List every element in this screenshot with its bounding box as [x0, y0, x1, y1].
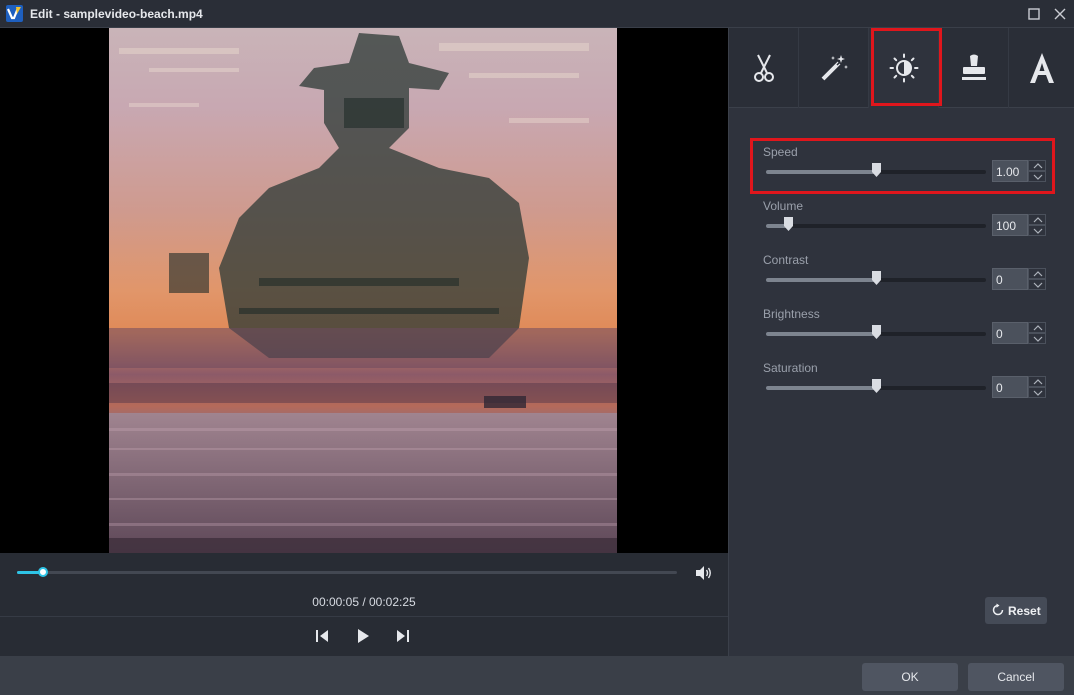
volume-decrement-button[interactable]	[1028, 225, 1046, 236]
contrast-slider-handle[interactable]	[871, 271, 881, 285]
close-button[interactable]	[1050, 4, 1070, 24]
next-frame-button[interactable]	[395, 628, 411, 644]
cancel-button[interactable]: Cancel	[968, 663, 1064, 691]
speed-input[interactable]: 1.00	[992, 160, 1028, 182]
edit-window: Edit - samplevideo-beach.mp4 00:00:05 / …	[0, 0, 1074, 695]
video-preview	[0, 28, 728, 553]
speed-label: Speed	[763, 145, 798, 159]
dialog-footer: OK Cancel	[0, 656, 1074, 695]
chevron-down-icon	[1033, 336, 1043, 342]
speed-increment-button[interactable]	[1028, 160, 1046, 171]
saturation-input[interactable]: 0	[992, 376, 1028, 398]
volume-input[interactable]: 100	[992, 214, 1028, 236]
chevron-down-icon	[1033, 174, 1043, 180]
volume-spinbox: 100	[992, 214, 1046, 236]
speed-slider-handle[interactable]	[871, 163, 881, 177]
maximize-button[interactable]	[1024, 4, 1044, 24]
saturation-control: Saturation 0	[762, 361, 1052, 411]
close-icon	[1054, 8, 1066, 20]
tab-watermark[interactable]	[939, 28, 1009, 108]
scissors-icon	[753, 54, 774, 82]
speed-slider-fill	[766, 170, 876, 174]
brightness-spinbox: 0	[992, 322, 1046, 344]
chevron-up-icon	[1033, 325, 1043, 331]
stamp-icon	[961, 54, 986, 80]
contrast-input[interactable]: 0	[992, 268, 1028, 290]
chevron-up-icon	[1033, 163, 1043, 169]
magic-wand-icon	[821, 55, 848, 81]
contrast-slider[interactable]	[766, 271, 986, 285]
tab-adjust[interactable]	[869, 28, 939, 108]
brightness-slider[interactable]	[766, 325, 986, 339]
chevron-up-icon	[1033, 379, 1043, 385]
window-title: Edit - samplevideo-beach.mp4	[30, 7, 203, 21]
speed-slider[interactable]	[766, 163, 986, 177]
contrast-spinbox: 0	[992, 268, 1046, 290]
tab-text[interactable]	[1009, 28, 1074, 108]
chevron-down-icon	[1033, 390, 1043, 396]
timecode: 00:00:05 / 00:02:25	[312, 595, 416, 609]
brightness-slider-fill	[766, 332, 876, 336]
contrast-decrement-button[interactable]	[1028, 279, 1046, 290]
brightness-decrement-button[interactable]	[1028, 333, 1046, 344]
step-back-icon	[316, 630, 328, 642]
volume-label: Volume	[763, 199, 804, 213]
saturation-increment-button[interactable]	[1028, 376, 1046, 387]
volume-slider-handle[interactable]	[783, 217, 793, 231]
saturation-slider-handle[interactable]	[871, 379, 881, 393]
video-frame	[109, 28, 617, 553]
brightness-input[interactable]: 0	[992, 322, 1028, 344]
title-bar: Edit - samplevideo-beach.mp4	[0, 0, 1074, 28]
brightness-contrast-icon	[889, 53, 918, 83]
reset-icon	[992, 603, 1004, 616]
contrast-control: Contrast 0	[762, 253, 1052, 303]
contrast-label: Contrast	[763, 253, 809, 267]
ok-button[interactable]: OK	[862, 663, 958, 691]
tab-effects[interactable]	[799, 28, 869, 108]
volume-slider[interactable]	[766, 217, 986, 231]
chevron-up-icon	[1033, 271, 1043, 277]
saturation-slider[interactable]	[766, 379, 986, 393]
player-controls: 00:00:05 / 00:02:25	[0, 553, 728, 656]
saturation-decrement-button[interactable]	[1028, 387, 1046, 398]
brightness-control: Brightness 0	[762, 307, 1052, 357]
brightness-label: Brightness	[763, 307, 820, 321]
contrast-slider-fill	[766, 278, 876, 282]
reset-label: Reset	[1008, 604, 1041, 618]
chevron-down-icon	[1033, 282, 1043, 288]
tab-cut[interactable]	[729, 28, 799, 108]
chevron-up-icon	[1033, 217, 1043, 223]
brightness-slider-handle[interactable]	[871, 325, 881, 339]
seek-handle[interactable]	[38, 567, 49, 577]
saturation-label: Saturation	[763, 361, 818, 375]
divider	[0, 616, 728, 617]
volume-button[interactable]	[695, 565, 713, 581]
edit-toolbar	[729, 28, 1074, 108]
play-icon	[358, 629, 369, 643]
previous-frame-button[interactable]	[314, 628, 330, 644]
app-logo-icon	[6, 5, 23, 22]
maximize-icon	[1028, 8, 1040, 20]
chevron-down-icon	[1033, 228, 1043, 234]
volume-increment-button[interactable]	[1028, 214, 1046, 225]
volume-control: Volume 100	[762, 199, 1052, 249]
step-forward-icon	[397, 630, 409, 642]
contrast-increment-button[interactable]	[1028, 268, 1046, 279]
saturation-spinbox: 0	[992, 376, 1046, 398]
speed-decrement-button[interactable]	[1028, 171, 1046, 182]
reset-button[interactable]: Reset	[985, 597, 1047, 624]
saturation-slider-fill	[766, 386, 876, 390]
brightness-increment-button[interactable]	[1028, 322, 1046, 333]
speed-spinbox: 1.00	[992, 160, 1046, 182]
speaker-icon	[696, 566, 711, 580]
edit-panel: Speed 1.00 Volume 100 Contrast 0 Brightn…	[728, 28, 1074, 656]
play-button[interactable]	[355, 628, 371, 644]
text-icon	[1030, 53, 1054, 83]
speed-control: Speed 1.00	[762, 145, 1052, 195]
seek-bar[interactable]	[17, 567, 677, 577]
